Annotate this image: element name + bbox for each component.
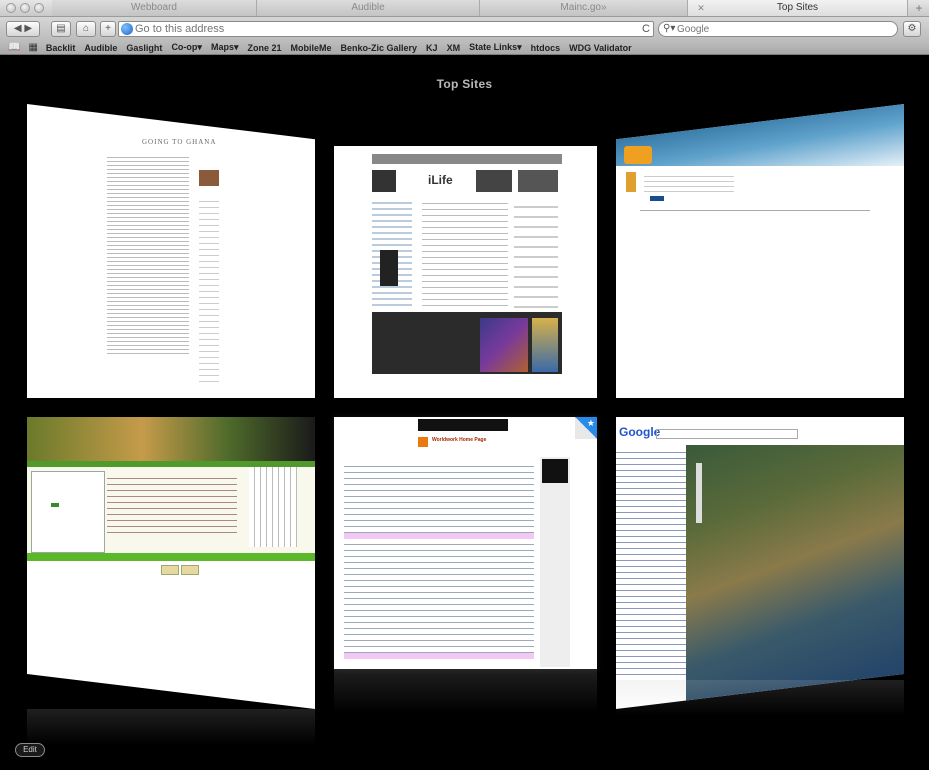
add-bookmark-button[interactable]: + xyxy=(100,21,116,37)
address-input[interactable] xyxy=(135,22,635,36)
top-site-thumbnail-4[interactable] xyxy=(27,417,315,709)
bookmark-item[interactable]: Co-op▾ xyxy=(171,42,202,53)
tab-audible[interactable]: Audible xyxy=(257,0,480,16)
thumbnail-title: Google xyxy=(619,425,661,439)
printer-icon: ▤ xyxy=(56,23,66,34)
globe-icon xyxy=(121,23,133,35)
bookmarks-bar: 📖 ▦ Backlit Audible Gaslight Co-op▾ Maps… xyxy=(0,41,929,55)
back-forward-buttons[interactable]: ◀ ▶ xyxy=(6,21,40,37)
top-sites-title: Top Sites xyxy=(436,77,493,91)
thumbnail-reflection xyxy=(27,709,315,745)
back-arrow-icon[interactable]: ◀ xyxy=(14,23,22,34)
plus-icon: + xyxy=(105,23,111,34)
bookmark-item[interactable]: Benko-Zic Gallery xyxy=(341,43,418,53)
address-bar[interactable]: C xyxy=(118,21,654,37)
zoom-window-button[interactable] xyxy=(34,3,44,13)
search-icon: ⚲▾ xyxy=(663,23,676,34)
home-button[interactable]: ⌂ xyxy=(76,21,96,37)
bookmark-item[interactable]: XM xyxy=(447,43,461,53)
bookmark-item[interactable]: WDG Validator xyxy=(569,43,632,53)
search-field[interactable]: ⚲▾ xyxy=(658,21,898,37)
settings-button[interactable]: ⚙ xyxy=(903,21,921,37)
print-button[interactable]: ▤ xyxy=(51,21,71,37)
bookmark-item[interactable]: Backlit xyxy=(46,43,76,53)
top-site-thumbnail-1[interactable]: GOING TO GHANA xyxy=(27,104,315,398)
top-site-thumbnail-5[interactable]: Worldwork Home Page ★ xyxy=(334,417,597,669)
new-tab-icon[interactable]: + xyxy=(911,1,927,15)
tab-top-sites[interactable]: ✕ Top Sites xyxy=(688,0,908,16)
thumbnail-title: iLife xyxy=(428,173,453,187)
top-site-thumbnail-2[interactable]: iLife xyxy=(334,146,597,398)
bookmark-item[interactable]: KJ xyxy=(426,43,438,53)
bookmark-item[interactable]: Audible xyxy=(84,43,117,53)
thumbnail-title: Worldwork Home Page xyxy=(432,437,487,443)
search-input[interactable] xyxy=(677,22,887,36)
bookmark-item[interactable]: Gaslight xyxy=(126,43,162,53)
close-window-button[interactable] xyxy=(6,3,16,13)
thumbnail-title: GOING TO GHANA xyxy=(142,138,217,146)
bookmark-item[interactable]: Maps▾ xyxy=(211,42,239,53)
tab-close-icon[interactable]: ✕ xyxy=(696,3,706,13)
window-controls xyxy=(6,3,44,13)
top-site-thumbnail-3[interactable] xyxy=(616,104,904,398)
bookmark-item[interactable]: htdocs xyxy=(531,43,561,53)
gear-icon: ⚙ xyxy=(907,23,917,34)
home-icon: ⌂ xyxy=(82,23,90,34)
tab-webboard[interactable]: Webboard xyxy=(52,0,257,16)
tab-strip: Webboard Audible Mainc.go» ✕ Top Sites + xyxy=(0,0,929,17)
edit-button[interactable]: Edit xyxy=(15,743,45,757)
tab-mainc[interactable]: Mainc.go» xyxy=(480,0,688,16)
reload-icon[interactable]: C xyxy=(642,22,650,36)
top-site-thumbnail-6[interactable]: Google xyxy=(616,417,904,709)
safari-window: Webboard Audible Mainc.go» ✕ Top Sites +… xyxy=(0,0,929,770)
bookmark-item[interactable]: State Links▾ xyxy=(469,42,522,53)
star-badge-icon[interactable]: ★ xyxy=(587,418,595,429)
minimize-window-button[interactable] xyxy=(20,3,30,13)
bookmark-item[interactable]: Zone 21 xyxy=(247,43,281,53)
bookmark-item[interactable]: MobileMe xyxy=(291,43,332,53)
toolbar: ◀ ▶ ▤ ⌂ + C ⚲▾ ⚙ xyxy=(0,17,929,41)
book-icon[interactable]: 📖 xyxy=(8,42,20,53)
forward-arrow-icon[interactable]: ▶ xyxy=(24,23,32,34)
grid-icon[interactable]: ▦ xyxy=(28,42,37,53)
thumbnail-reflection xyxy=(616,680,904,716)
thumbnail-reflection xyxy=(334,669,597,713)
